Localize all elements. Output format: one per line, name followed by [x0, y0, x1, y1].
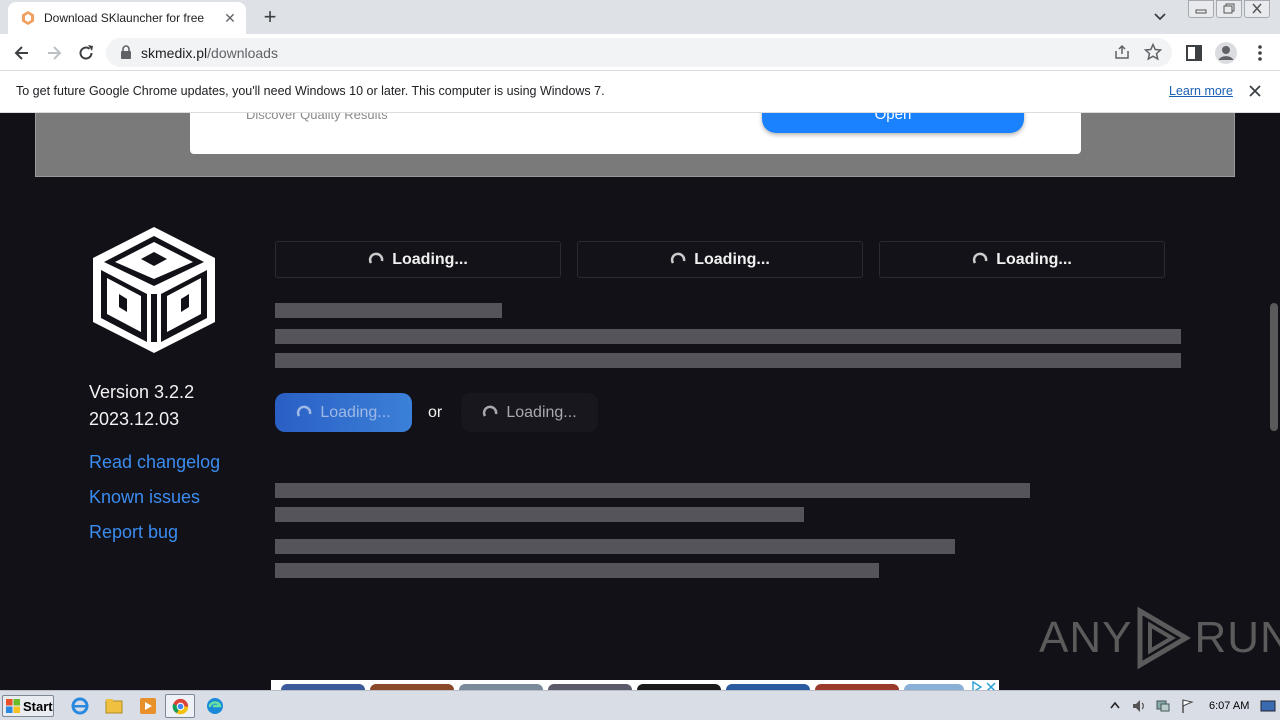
spinner-icon	[973, 252, 988, 264]
forward-icon[interactable]	[44, 43, 64, 63]
skeleton-line	[275, 483, 1030, 498]
watermark-right-text: RUN	[1194, 613, 1280, 662]
profile-avatar-icon[interactable]	[1214, 41, 1238, 65]
bottom-ad-banner[interactable]	[271, 680, 999, 690]
version-label: Version 3.2.2	[89, 382, 195, 402]
infobar-message: To get future Google Chrome updates, you…	[16, 84, 605, 98]
start-button[interactable]: Start	[2, 695, 54, 717]
ad-card[interactable]: Discover Quality Results Open	[190, 113, 1081, 154]
internet-explorer-icon[interactable]	[70, 696, 90, 716]
lock-icon[interactable]	[120, 45, 132, 59]
skeleton-line	[275, 507, 804, 522]
known-issues-link[interactable]: Known issues	[89, 487, 200, 508]
update-infobar: To get future Google Chrome updates, you…	[0, 71, 1280, 113]
window-controls	[1186, 0, 1270, 18]
page-content: Discover Quality Results Open Version 3.…	[0, 113, 1280, 690]
top-ad-frame: Discover Quality Results Open	[35, 113, 1235, 177]
chrome-taskbar-button[interactable]	[165, 694, 195, 718]
secondary-download-label: Loading...	[506, 403, 577, 421]
spinner-icon	[369, 252, 384, 264]
tab-title: Download SKlauncher for free	[44, 11, 205, 25]
address-bar[interactable]: skmedix.pl/downloads	[106, 38, 1172, 67]
sklauncher-favicon-icon	[22, 11, 34, 25]
page-scrollbar[interactable]	[1270, 303, 1278, 431]
bookmark-star-icon[interactable]	[1144, 43, 1162, 61]
loading-box-1[interactable]: Loading...	[275, 241, 561, 278]
loading-box-2[interactable]: Loading...	[577, 241, 863, 278]
browser-tab[interactable]: Download SKlauncher for free ✕	[8, 2, 246, 34]
read-changelog-link[interactable]: Read changelog	[89, 452, 220, 473]
close-window-button[interactable]	[1244, 0, 1270, 18]
sklauncher-logo-icon	[93, 227, 215, 353]
network-icon[interactable]	[1155, 698, 1171, 714]
side-panel-icon[interactable]	[1184, 43, 1204, 63]
volume-icon[interactable]	[1131, 698, 1147, 714]
show-desktop-icon[interactable]	[1260, 700, 1276, 712]
minimize-button[interactable]	[1188, 0, 1214, 18]
or-label: or	[428, 404, 443, 421]
url-text[interactable]: skmedix.pl/downloads	[141, 45, 278, 61]
tab-search-icon[interactable]	[1150, 8, 1170, 26]
loading-label: Loading...	[996, 250, 1072, 268]
close-infobar-icon[interactable]	[1247, 83, 1263, 99]
primary-download-label: Loading...	[320, 403, 391, 421]
loading-label: Loading...	[392, 250, 468, 268]
share-icon[interactable]	[1114, 44, 1130, 60]
restore-button[interactable]	[1216, 0, 1242, 18]
learn-more-link[interactable]: Learn more	[1169, 84, 1233, 98]
primary-download-button[interactable]: Loading...	[275, 393, 412, 432]
file-explorer-icon[interactable]	[104, 696, 124, 716]
skeleton-line	[275, 563, 879, 578]
media-player-icon[interactable]	[138, 696, 158, 716]
tab-close-icon[interactable]: ✕	[222, 10, 238, 26]
skeleton-line	[275, 329, 1181, 344]
spinner-icon	[483, 405, 498, 417]
start-label: Start	[23, 698, 53, 714]
show-hidden-icons-icon[interactable]	[1107, 698, 1123, 714]
chrome-icon	[172, 698, 189, 715]
windows-taskbar: Start 6:07 AM	[0, 690, 1280, 720]
ad-open-button[interactable]: Open	[762, 113, 1024, 133]
adchoices-icon[interactable]	[971, 681, 983, 690]
taskbar-clock[interactable]: 6:07 AM	[1209, 700, 1249, 712]
ad-close-icon[interactable]	[985, 681, 997, 690]
loading-box-3[interactable]: Loading...	[879, 241, 1165, 278]
loading-label: Loading...	[694, 250, 770, 268]
action-center-flag-icon[interactable]	[1179, 698, 1195, 714]
skeleton-line	[275, 353, 1181, 368]
edge-icon[interactable]	[205, 696, 225, 716]
anyrun-watermark: ANY RUN	[1039, 607, 1280, 669]
back-icon[interactable]	[12, 43, 32, 63]
system-tray	[1103, 693, 1199, 719]
menu-dots-icon[interactable]	[1250, 43, 1270, 63]
reload-icon[interactable]	[76, 43, 96, 63]
browser-toolbar: skmedix.pl/downloads	[0, 34, 1280, 71]
skeleton-line	[275, 539, 955, 554]
anyrun-play-icon	[1137, 607, 1192, 669]
skeleton-title	[275, 303, 502, 318]
ad-text: Discover Quality Results	[246, 113, 388, 122]
spinner-icon	[671, 252, 686, 264]
report-bug-link[interactable]: Report bug	[89, 522, 178, 543]
tab-strip: Download SKlauncher for free ✕ +	[0, 0, 1280, 34]
watermark-left-text: ANY	[1039, 613, 1133, 662]
new-tab-button[interactable]: +	[258, 6, 282, 30]
spinner-icon	[297, 405, 312, 417]
windows-logo-icon	[6, 699, 20, 713]
release-date: 2023.12.03	[89, 409, 180, 429]
secondary-download-button[interactable]: Loading...	[461, 393, 598, 432]
